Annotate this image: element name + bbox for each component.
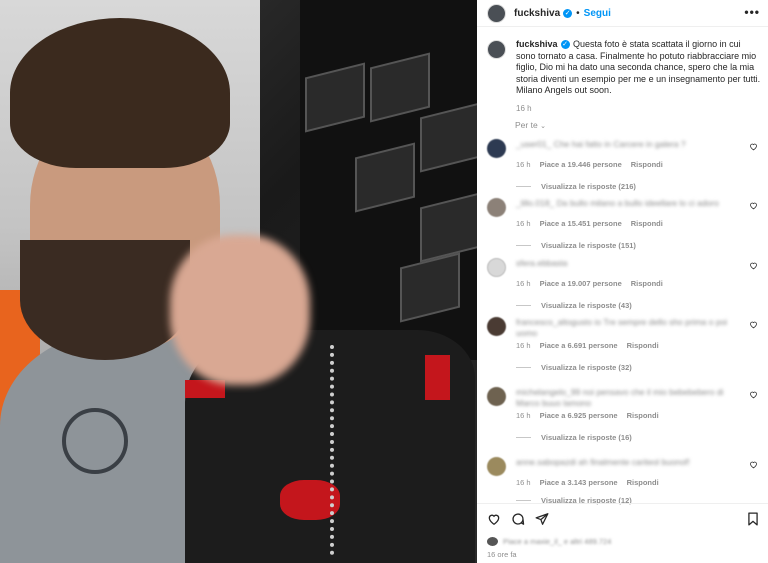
- post-timestamp: 16 ore fa: [487, 550, 517, 559]
- post-photo: [0, 0, 477, 563]
- comment-meta: 16 h Piace a 6.691 persone Rispondi: [516, 341, 762, 350]
- view-replies-button[interactable]: Visualizza le risposte (151): [516, 241, 762, 250]
- comment-avatar[interactable]: [487, 139, 506, 158]
- view-replies-label: Visualizza le risposte (43): [541, 301, 632, 310]
- view-replies-label: Visualizza le risposte (151): [541, 241, 636, 250]
- view-replies-button[interactable]: Visualizza le risposte (43): [516, 301, 762, 310]
- photo-shirt-logo: [62, 408, 128, 474]
- replies-divider: [516, 305, 531, 306]
- photo-jacket-stripe: [425, 355, 450, 400]
- post-caption: fuckshiva ✓ Questa foto è stata scattata …: [487, 39, 762, 114]
- post-action-bar: Piace a maxie_il_ e altri 489.724 16 ore…: [477, 503, 768, 563]
- header-username[interactable]: fuckshiva: [514, 8, 560, 19]
- view-replies-label: Visualizza le risposte (216): [541, 182, 636, 191]
- view-replies-button[interactable]: Visualizza le risposte (32): [516, 363, 762, 372]
- share-icon[interactable]: [535, 512, 549, 526]
- reply-button[interactable]: Rispondi: [627, 411, 659, 420]
- photo-man-beard: [20, 240, 190, 360]
- post-header: fuckshiva ✓ • Segui •••: [477, 0, 768, 27]
- comment-likes[interactable]: Piace a 6.691 persone: [540, 341, 618, 350]
- heart-icon[interactable]: [749, 201, 758, 210]
- comment-avatar[interactable]: [487, 198, 506, 217]
- comment-avatar[interactable]: [487, 457, 506, 476]
- photo-man-hair: [10, 18, 230, 168]
- caption-avatar[interactable]: [487, 40, 506, 59]
- comment-meta: 16 h Piace a 19.007 persone Rispondi: [516, 279, 762, 288]
- verified-badge-icon: ✓: [563, 8, 573, 18]
- replies-divider: [516, 186, 531, 187]
- comment-item: _lillo.018_ Da bullo milano a bullo idee…: [487, 198, 762, 250]
- comment-text: _lillo.018_ Da bullo milano a bullo idee…: [516, 198, 719, 208]
- comment-text: sfera.ebbasta: [516, 258, 568, 268]
- comment-item: _user01_ Che hai fatto in Carcere in gal…: [487, 139, 762, 191]
- heart-icon[interactable]: [749, 142, 758, 151]
- comment-time: 16 h: [516, 411, 531, 420]
- comment-icon[interactable]: [511, 512, 525, 526]
- verified-badge-icon: ✓: [560, 40, 570, 50]
- follow-button[interactable]: Segui: [584, 8, 611, 19]
- replies-divider: [516, 245, 531, 246]
- comment-meta: 16 h Piace a 15.451 persone Rispondi: [516, 219, 762, 228]
- avatar[interactable]: [487, 3, 506, 23]
- comment-likes[interactable]: Piace a 6.925 persone: [540, 411, 618, 420]
- post-side-panel: fuckshiva ✓ • Segui ••• fuckshiva ✓ Quest…: [477, 0, 768, 563]
- view-replies-label: Visualizza le risposte (32): [541, 363, 632, 372]
- comment-text: _user01_ Che hai fatto in Carcere in gal…: [516, 139, 686, 149]
- comment-avatar[interactable]: [487, 258, 506, 277]
- comment-time: 16 h: [516, 341, 531, 350]
- comment-text: anne.sabopazdi ah finalmente cariteol bu…: [516, 457, 690, 467]
- caption-time: 16 h: [516, 103, 532, 113]
- comment-time: 16 h: [516, 279, 531, 288]
- comment-likes[interactable]: Piace a 3.143 persone: [540, 478, 618, 487]
- more-options-icon[interactable]: •••: [744, 5, 760, 19]
- comment-text: michelangelo_99 noi pensavo che il mio b…: [516, 387, 724, 408]
- view-replies-button[interactable]: Visualizza le risposte (216): [516, 182, 762, 191]
- chevron-down-icon: ⌄: [540, 123, 546, 130]
- reply-button[interactable]: Rispondi: [627, 478, 659, 487]
- reply-button[interactable]: Rispondi: [631, 219, 663, 228]
- comment-avatar[interactable]: [487, 317, 506, 336]
- comment-item: francesco_altogusto io Tre sempre dello …: [487, 317, 762, 372]
- heart-icon[interactable]: [749, 460, 758, 469]
- comment-likes[interactable]: Piace a 15.451 persone: [540, 219, 622, 228]
- view-replies-label: Visualizza le risposte (16): [541, 433, 632, 442]
- comment-item: michelangelo_99 noi pensavo che il mio b…: [487, 387, 762, 442]
- comment-avatar[interactable]: [487, 387, 506, 406]
- heart-icon[interactable]: [749, 261, 758, 270]
- bookmark-icon[interactable]: [746, 512, 760, 526]
- comment-meta: 16 h Piace a 3.143 persone Rispondi: [516, 478, 762, 487]
- comment-likes[interactable]: Piace a 19.007 persone: [540, 279, 622, 288]
- reply-button[interactable]: Rispondi: [631, 160, 663, 169]
- liked-by-text[interactable]: Piace a maxie_il_ e altri 489.724: [503, 537, 611, 546]
- heart-icon[interactable]: [749, 390, 758, 399]
- comment-time: 16 h: [516, 160, 531, 169]
- comment-meta: 16 h Piace a 6.925 persone Rispondi: [516, 411, 762, 420]
- reply-button[interactable]: Rispondi: [631, 279, 663, 288]
- liked-by-avatars: [487, 537, 498, 546]
- heart-icon[interactable]: [487, 512, 501, 526]
- comment-item: anne.sabopazdi ah finalmente cariteol bu…: [487, 457, 762, 505]
- replies-divider: [516, 500, 531, 501]
- comment-item: sfera.ebbasta 16 h Piace a 19.007 person…: [487, 258, 762, 310]
- header-separator: •: [576, 7, 580, 19]
- caption-username[interactable]: fuckshiva: [516, 39, 558, 49]
- reply-button[interactable]: Rispondi: [627, 341, 659, 350]
- photo-chain: [330, 345, 390, 555]
- view-replies-button[interactable]: Visualizza le risposte (16): [516, 433, 762, 442]
- replies-divider: [516, 367, 531, 368]
- translation-toggle[interactable]: Per te ⌄: [515, 120, 546, 130]
- comment-likes[interactable]: Piace a 19.446 persone: [540, 160, 622, 169]
- heart-icon[interactable]: [749, 320, 758, 329]
- comment-text: francesco_altogusto io Tre sempre dello …: [516, 317, 728, 338]
- comment-time: 16 h: [516, 478, 531, 487]
- caption-body: fuckshiva ✓ Questa foto è stata scattata …: [516, 39, 761, 114]
- translation-label: Per te: [515, 120, 538, 130]
- comment-meta: 16 h Piace a 19.446 persone Rispondi: [516, 160, 762, 169]
- replies-divider: [516, 437, 531, 438]
- comment-time: 16 h: [516, 219, 531, 228]
- photo-baby-face-pixelated: [170, 235, 310, 385]
